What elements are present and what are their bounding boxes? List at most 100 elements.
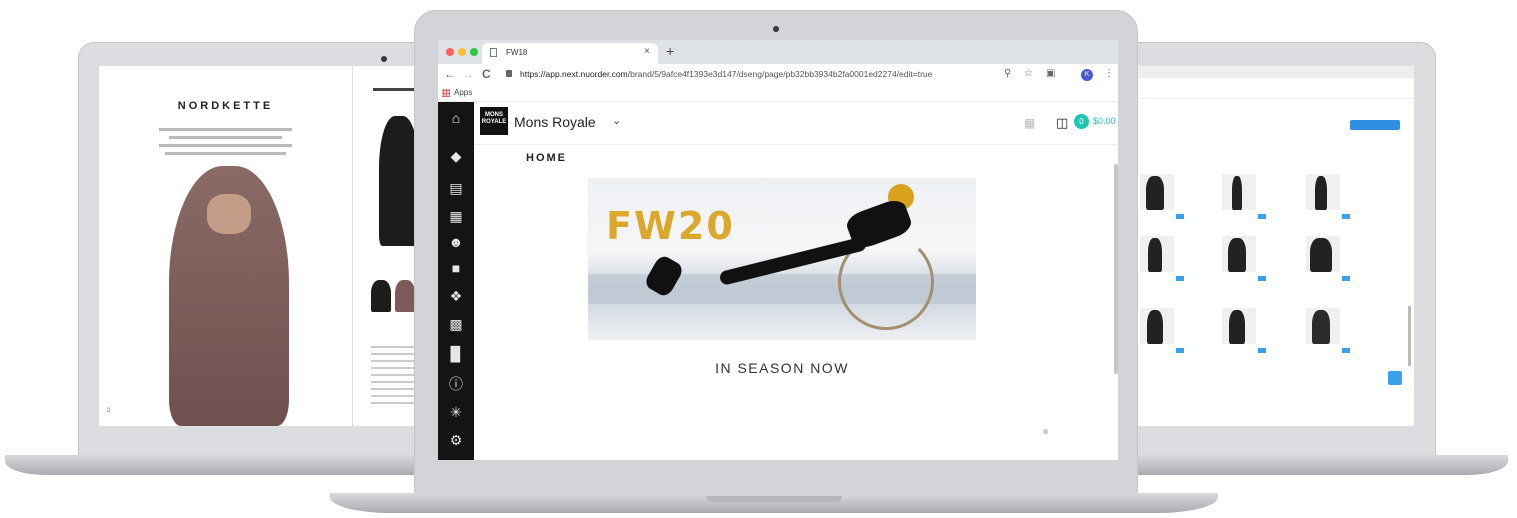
- product-add-button[interactable]: [1342, 348, 1350, 353]
- right-browser-bar: [1118, 66, 1414, 78]
- catalog-icon[interactable]: ▦: [438, 206, 474, 226]
- new-tab-icon[interactable]: +: [666, 43, 674, 59]
- browser-tab-bar: FW18 × +: [438, 40, 1118, 64]
- products-box-icon[interactable]: ■: [438, 258, 474, 278]
- chevron-down-icon[interactable]: ⌄: [612, 114, 621, 127]
- catalog-text-line: [165, 152, 286, 155]
- tab-close-icon[interactable]: ×: [644, 46, 650, 57]
- left-laptop-screen: NORDKETTE 2: [99, 66, 450, 426]
- right-scrollbar[interactable]: [1408, 306, 1411, 366]
- images-icon[interactable]: ▩: [438, 314, 474, 334]
- info-icon[interactable]: ⓘ: [438, 374, 474, 394]
- cart-total[interactable]: $0.00: [1093, 116, 1116, 126]
- product-figure: [1147, 310, 1163, 344]
- zoom-icon[interactable]: ⚲: [1004, 68, 1011, 79]
- catalog-jacket-black: [379, 116, 419, 246]
- home-icon[interactable]: ⌂: [438, 108, 474, 128]
- catalog-swatch-brown: [395, 280, 415, 312]
- product-add-button[interactable]: [1342, 214, 1350, 219]
- address-url: https://app.next.nuorder.com/brand/5/9af…: [520, 69, 932, 79]
- lock-icon: [506, 70, 512, 77]
- tab-title: FW18: [506, 48, 528, 57]
- cast-icon[interactable]: ▣: [1046, 68, 1055, 79]
- left-laptop-camera: [381, 56, 387, 62]
- customers-icon[interactable]: ☻: [438, 232, 474, 252]
- forward-icon[interactable]: →: [462, 67, 474, 81]
- center-laptop-camera: [773, 26, 779, 32]
- page-title: HOME: [526, 152, 567, 164]
- browser-tab[interactable]: FW18 ×: [482, 43, 658, 64]
- product-add-button[interactable]: [1176, 276, 1184, 281]
- catalog-title: NORDKETTE: [177, 100, 274, 112]
- hero-text: FW20: [606, 204, 735, 248]
- product-card[interactable]: [1210, 308, 1266, 374]
- page-scrollbar[interactable]: [1114, 164, 1118, 374]
- catalog-text-line: [159, 144, 292, 147]
- page-icon: [490, 48, 497, 57]
- product-add-button[interactable]: [1342, 276, 1350, 281]
- bookmark-star-icon[interactable]: ☆: [1024, 68, 1033, 79]
- product-card[interactable]: [1294, 236, 1350, 302]
- app-header: MONS ROYALE Mons Royale ⌄ ▦ ◫ 0 $0.00: [474, 102, 1118, 145]
- catalog-text-line: [169, 136, 282, 139]
- left-laptop-base: [5, 455, 465, 475]
- right-scroll-top-button[interactable]: [1388, 371, 1402, 385]
- tag-icon[interactable]: ◆: [438, 146, 474, 166]
- catalog-swatch-black: [371, 280, 391, 312]
- window-close-dot[interactable]: [446, 48, 454, 56]
- center-laptop-screen: FW18 × + ← → C https://app.next.nuorder.…: [438, 40, 1118, 460]
- back-icon[interactable]: ←: [444, 67, 456, 81]
- brand-name[interactable]: Mons Royale: [514, 114, 596, 130]
- product-card[interactable]: [1294, 174, 1350, 240]
- product-figure: [1146, 176, 1164, 210]
- right-upload-button[interactable]: [1350, 120, 1400, 130]
- bookmarks-bar: Apps: [438, 86, 1118, 102]
- product-card[interactable]: [1210, 236, 1266, 302]
- product-add-button[interactable]: [1176, 348, 1184, 353]
- center-laptop-notch: [706, 496, 842, 502]
- browser-toolbar: ← → C https://app.next.nuorder.com/brand…: [438, 64, 1118, 87]
- catalog-page-left: NORDKETTE 2: [99, 66, 353, 426]
- catalog-model-face: [207, 194, 251, 234]
- linesheet-icon[interactable]: ▤: [438, 178, 474, 198]
- product-figure: [1148, 238, 1162, 272]
- catalog-text-line: [159, 128, 292, 131]
- handshake-icon[interactable]: ✳: [438, 402, 474, 422]
- brand-logo-line1: MONS: [485, 112, 503, 118]
- product-add-button[interactable]: [1176, 214, 1184, 219]
- profile-avatar[interactable]: K: [1081, 69, 1093, 81]
- url-path: /brand/5/9afce4f1393e3d147/dseng/page/pb…: [627, 69, 933, 79]
- cart-icon[interactable]: ◫: [1056, 115, 1068, 131]
- product-figure: [1228, 238, 1246, 272]
- right-laptop-base: [1080, 455, 1508, 475]
- product-add-button[interactable]: [1258, 348, 1266, 353]
- product-figure: [1315, 176, 1327, 210]
- url-host: https://app.next.nuorder.com: [520, 69, 628, 79]
- settings-gear-icon[interactable]: ⚙: [438, 430, 474, 450]
- bookmark-apps[interactable]: Apps: [454, 88, 472, 97]
- brand-logo-line2: ROYALE: [481, 119, 507, 125]
- address-bar[interactable]: https://app.next.nuorder.com/brand/5/9af…: [502, 67, 982, 83]
- reload-icon[interactable]: C: [482, 67, 491, 81]
- window-minimize-dot[interactable]: [458, 48, 466, 56]
- product-figure: [1229, 310, 1245, 344]
- brand-logo[interactable]: MONS ROYALE: [480, 107, 508, 135]
- window-zoom-dot[interactable]: [470, 48, 478, 56]
- product-add-button[interactable]: [1258, 214, 1266, 219]
- reports-chart-icon[interactable]: ▉: [438, 344, 474, 364]
- product-add-button[interactable]: [1258, 276, 1266, 281]
- hero-caption: IN SEASON NOW: [715, 360, 849, 376]
- product-card[interactable]: [1294, 308, 1350, 374]
- hero-banner[interactable]: FW20: [588, 178, 976, 340]
- promotions-icon[interactable]: ❖: [438, 286, 474, 306]
- cart-count-badge[interactable]: 0: [1074, 114, 1089, 129]
- apps-grid-icon[interactable]: [442, 89, 450, 97]
- product-card[interactable]: [1210, 174, 1266, 240]
- scan-icon[interactable]: ▦: [1024, 116, 1035, 130]
- app-sidebar: ⌂ ◆ ▤ ▦ ☻ ■ ❖ ▩ ▉ ⓘ ✳ ⚙: [438, 102, 474, 460]
- product-figure: [1310, 238, 1332, 272]
- catalog-page-number: 2: [107, 408, 111, 414]
- product-figure: [1312, 310, 1330, 344]
- more-menu-icon[interactable]: ⋮: [1104, 68, 1114, 79]
- chat-icon[interactable]: ●: [1042, 424, 1049, 438]
